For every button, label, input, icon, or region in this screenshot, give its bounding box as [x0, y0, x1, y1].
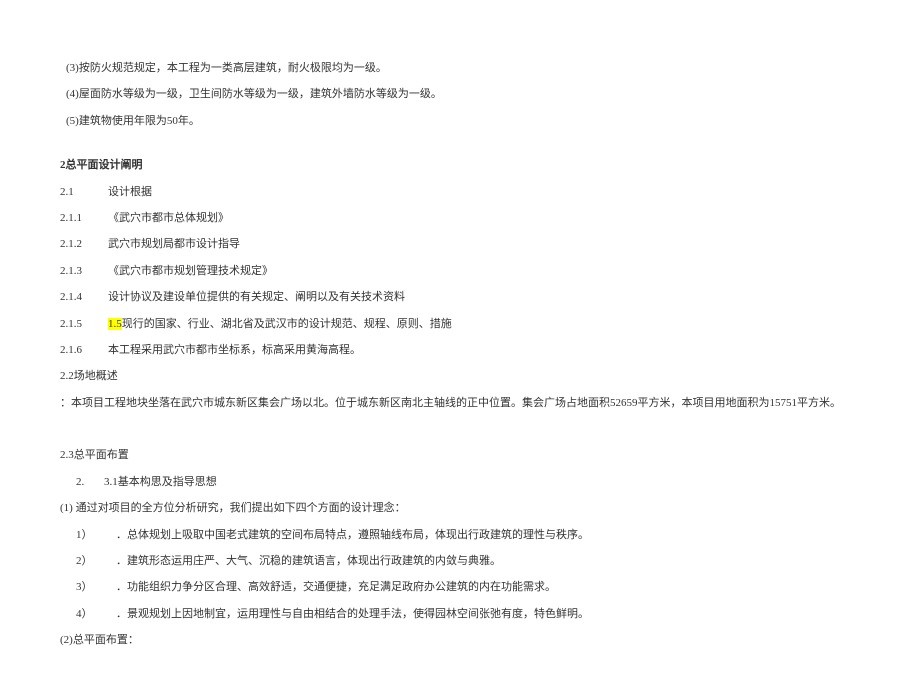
- paragraph-4: (4)屋面防水等级为一级，卫生间防水等级为一级，建筑外墙防水等级为一级。: [60, 81, 860, 107]
- heading-2-2: 2.2场地概述: [60, 363, 860, 389]
- item-2-1-5: 2.1.5 1.5现行的国家、行业、湖北省及武汉市的设计规范、规程、原则、措施: [60, 311, 860, 337]
- item-text-rest: 现行的国家、行业、湖北省及武汉市的设计规范、规程、原则、措施: [122, 318, 452, 330]
- item-2-1-6: 2.1.6 本工程采用武穴市都市坐标系，标高采用黄海高程。: [60, 337, 860, 363]
- paragraph-5: (5)建筑物使用年限为50年。: [60, 108, 860, 134]
- section-2-title: 2总平面设计阐明: [60, 152, 860, 178]
- item-text: 设计协议及建设单位提供的有关规定、阐明以及有关技术资料: [108, 284, 405, 310]
- idea-text: ．建筑形态运用庄严、大气、沉稳的建筑语言，体现出行政建筑的内敛与典雅。: [116, 548, 501, 574]
- paragraph-2-3-1: (1) 通过对项目的全方位分析研究，我们提出如下四个方面的设计理念：: [60, 495, 860, 521]
- design-idea-2: 2） ．建筑形态运用庄严、大气、沉稳的建筑语言，体现出行政建筑的内敛与典雅。: [60, 548, 860, 574]
- item-text: 1.5现行的国家、行业、湖北省及武汉市的设计规范、规程、原则、措施: [108, 311, 452, 337]
- highlighted-text: 1.5: [108, 318, 122, 330]
- heading-number: 2.1: [60, 179, 108, 205]
- item-2-1-1: 2.1.1 《武穴市都市总体规划》: [60, 205, 860, 231]
- sub-number: 2.: [76, 469, 104, 495]
- item-2-1-3: 2.1.3 《武穴市都市规划管理技术规定》: [60, 258, 860, 284]
- item-number: 2.1.4: [60, 284, 108, 310]
- idea-text: ．景观规划上因地制宜，运用理性与自由相结合的处理手法，使得园林空间张弛有度，特色…: [116, 601, 589, 627]
- item-text: 本工程采用武穴市都市坐标系，标高采用黄海高程。: [108, 337, 361, 363]
- sub-text: 3.1基本构思及指导思想: [104, 469, 217, 495]
- idea-text: ．总体规划上吸取中国老式建筑的空间布局特点，遵照轴线布局，体现出行政建筑的理性与…: [116, 522, 589, 548]
- design-idea-1: 1） ．总体规划上吸取中国老式建筑的空间布局特点，遵照轴线布局，体现出行政建筑的…: [60, 522, 860, 548]
- design-idea-3: 3） ．功能组织力争分区合理、高效舒适，交通便捷，充足满足政府办公建筑的内在功能…: [60, 574, 860, 600]
- idea-text: ．功能组织力争分区合理、高效舒适，交通便捷，充足满足政府办公建筑的内在功能需求。: [116, 574, 556, 600]
- idea-number: 3）: [76, 574, 116, 600]
- section-2-2: 2.2场地概述 ：本项目工程地块坐落在武穴市城东新区集会广场以北。位于城东新区南…: [60, 363, 860, 416]
- subheading-2-3-1: 2. 3.1基本构思及指导思想: [60, 469, 860, 495]
- idea-number: 4）: [76, 601, 116, 627]
- item-2-1-4: 2.1.4 设计协议及建设单位提供的有关规定、阐明以及有关技术资料: [60, 284, 860, 310]
- item-number: 2.1.5: [60, 311, 108, 337]
- heading-text: 设计根据: [108, 179, 152, 205]
- section-1-tail: (3)按防火规范规定，本工程为一类高层建筑，耐火极限均为一级。 (4)屋面防水等…: [60, 55, 860, 134]
- section-2-3: 2.3总平面布置 2. 3.1基本构思及指导思想 (1) 通过对项目的全方位分析…: [60, 442, 860, 653]
- heading-2-3: 2.3总平面布置: [60, 442, 860, 468]
- item-number: 2.1.2: [60, 231, 108, 257]
- item-text: 武穴市规划局都市设计指导: [108, 231, 240, 257]
- item-2-1-2: 2.1.2 武穴市规划局都市设计指导: [60, 231, 860, 257]
- paragraph-2-3-2: (2)总平面布置：: [60, 627, 860, 653]
- idea-number: 1）: [76, 522, 116, 548]
- paragraph-3: (3)按防火规范规定，本工程为一类高层建筑，耐火极限均为一级。: [60, 55, 860, 81]
- item-number: 2.1.6: [60, 337, 108, 363]
- item-number: 2.1.1: [60, 205, 108, 231]
- item-text: 《武穴市都市总体规划》: [108, 205, 229, 231]
- content-2-2: ：本项目工程地块坐落在武穴市城东新区集会广场以北。位于城东新区南北主轴线的正中位…: [60, 390, 860, 416]
- item-number: 2.1.3: [60, 258, 108, 284]
- section-2-1: 2.1 设计根据 2.1.1 《武穴市都市总体规划》 2.1.2 武穴市规划局都…: [60, 179, 860, 364]
- design-idea-4: 4） ．景观规划上因地制宜，运用理性与自由相结合的处理手法，使得园林空间张弛有度…: [60, 601, 860, 627]
- heading-2-1: 2.1 设计根据: [60, 179, 860, 205]
- idea-number: 2）: [76, 548, 116, 574]
- item-text: 《武穴市都市规划管理技术规定》: [108, 258, 273, 284]
